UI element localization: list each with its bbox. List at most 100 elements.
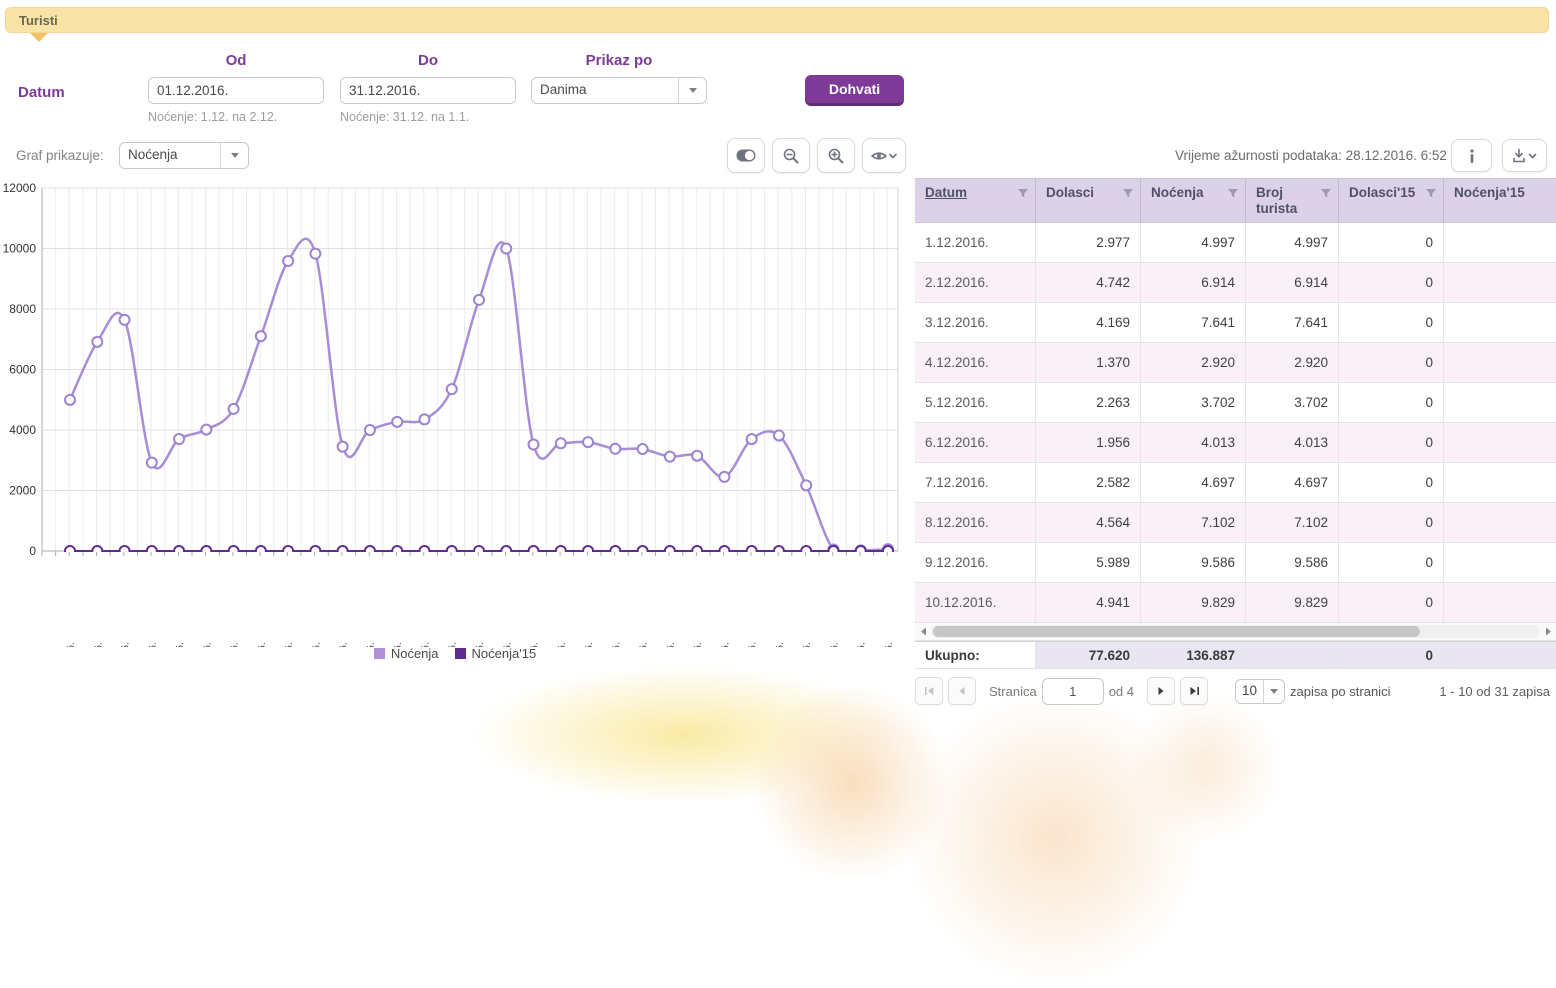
data-point-marker[interactable] <box>692 451 702 461</box>
data-point-marker[interactable] <box>719 546 729 556</box>
table-row[interactable]: 8.12.2016.4.5647.1027.1020 <box>915 503 1556 543</box>
filter-icon[interactable] <box>1122 187 1134 199</box>
nocenja-line-chart[interactable]: 0200040006000800010000120001.12.2016.2.1… <box>0 182 910 647</box>
data-point-marker[interactable] <box>801 546 811 556</box>
data-point-marker[interactable] <box>501 546 511 556</box>
series-nocenja-15[interactable] <box>65 546 893 556</box>
data-point-marker[interactable] <box>256 546 266 556</box>
data-point-marker[interactable] <box>638 444 648 454</box>
data-point-marker[interactable] <box>774 430 784 440</box>
data-point-marker[interactable] <box>338 442 348 452</box>
table-row[interactable]: 10.12.2016.4.9419.8299.8290 <box>915 583 1556 623</box>
info-button[interactable] <box>1451 139 1492 172</box>
column-header-nocenja[interactable]: Noćenja <box>1141 178 1246 223</box>
table-row[interactable]: 3.12.2016.4.1697.6417.6410 <box>915 303 1556 343</box>
page-number-input[interactable] <box>1042 678 1104 705</box>
legend-item-nocenja-15[interactable]: Noćenja'15 <box>455 646 537 661</box>
dropdown-button[interactable] <box>220 143 248 168</box>
tab-turisti[interactable]: Turisti <box>5 7 1549 33</box>
data-point-marker[interactable] <box>283 256 293 266</box>
data-point-marker[interactable] <box>447 384 457 394</box>
data-point-marker[interactable] <box>201 546 211 556</box>
data-point-marker[interactable] <box>120 315 130 325</box>
column-header-nocenja15[interactable]: Noćenja'15 <box>1444 178 1556 223</box>
data-point-marker[interactable] <box>665 452 675 462</box>
data-point-marker[interactable] <box>120 546 130 556</box>
data-point-marker[interactable] <box>692 546 702 556</box>
table-row[interactable]: 2.12.2016.4.7426.9146.9140 <box>915 263 1556 303</box>
data-point-marker[interactable] <box>583 437 593 447</box>
series-nocenja[interactable] <box>65 239 893 556</box>
date-from-input[interactable] <box>149 78 324 103</box>
data-point-marker[interactable] <box>174 434 184 444</box>
column-header-dolasci[interactable]: Dolasci <box>1036 178 1141 223</box>
table-row[interactable]: 5.12.2016.2.2633.7023.7020 <box>915 383 1556 423</box>
data-point-marker[interactable] <box>501 244 511 254</box>
first-page-button[interactable] <box>915 677 943 705</box>
data-point-marker[interactable] <box>638 546 648 556</box>
data-point-marker[interactable] <box>665 546 675 556</box>
zoom-out-button[interactable] <box>772 138 810 173</box>
visibility-dropdown-button[interactable] <box>862 138 906 173</box>
next-page-button[interactable] <box>1147 677 1175 705</box>
data-point-marker[interactable] <box>447 546 457 556</box>
data-point-marker[interactable] <box>201 425 211 435</box>
data-point-marker[interactable] <box>174 546 184 556</box>
data-point-marker[interactable] <box>719 472 729 482</box>
data-point-marker[interactable] <box>747 434 757 444</box>
data-point-marker[interactable] <box>338 546 348 556</box>
data-point-marker[interactable] <box>92 337 102 347</box>
data-point-marker[interactable] <box>392 546 402 556</box>
data-point-marker[interactable] <box>419 546 429 556</box>
filter-icon[interactable] <box>1425 187 1437 199</box>
data-point-marker[interactable] <box>747 546 757 556</box>
data-point-marker[interactable] <box>147 546 157 556</box>
data-point-marker[interactable] <box>883 546 893 556</box>
page-size-select[interactable]: 10 <box>1235 679 1285 704</box>
data-point-marker[interactable] <box>419 414 429 424</box>
data-point-marker[interactable] <box>774 546 784 556</box>
column-header-datum[interactable]: Datum <box>915 178 1036 223</box>
data-point-marker[interactable] <box>256 331 266 341</box>
data-point-marker[interactable] <box>392 417 402 427</box>
export-download-button[interactable] <box>1502 139 1547 172</box>
data-point-marker[interactable] <box>229 546 239 556</box>
table-row[interactable]: 7.12.2016.2.5824.6974.6970 <box>915 463 1556 503</box>
dohvati-button[interactable]: Dohvati <box>805 75 904 106</box>
data-point-marker[interactable] <box>474 295 484 305</box>
data-point-marker[interactable] <box>147 458 157 468</box>
table-row[interactable]: 6.12.2016.1.9564.0134.0130 <box>915 423 1556 463</box>
dropdown-button[interactable] <box>1263 680 1284 703</box>
data-point-marker[interactable] <box>65 395 75 405</box>
data-point-marker[interactable] <box>283 546 293 556</box>
data-point-marker[interactable] <box>856 546 866 556</box>
zoom-in-button[interactable] <box>817 138 855 173</box>
filter-icon[interactable] <box>1227 187 1239 199</box>
data-point-marker[interactable] <box>474 546 484 556</box>
data-point-marker[interactable] <box>610 546 620 556</box>
last-page-button[interactable] <box>1180 677 1208 705</box>
data-point-marker[interactable] <box>610 444 620 454</box>
date-to-input[interactable] <box>341 78 516 103</box>
prikaz-po-select[interactable]: Danima <box>531 77 707 104</box>
previous-page-button[interactable] <box>948 677 976 705</box>
filter-icon[interactable] <box>1017 187 1029 199</box>
table-row[interactable]: 1.12.2016.2.9774.9974.9970 <box>915 223 1556 263</box>
scroll-left-arrow[interactable] <box>915 624 931 639</box>
scrollbar-thumb[interactable] <box>933 626 1420 637</box>
table-row[interactable]: 4.12.2016.1.3702.9202.9200 <box>915 343 1556 383</box>
data-point-marker[interactable] <box>529 440 539 450</box>
data-point-marker[interactable] <box>229 404 239 414</box>
filter-icon[interactable] <box>1320 187 1332 199</box>
toggle-series-button[interactable] <box>727 138 765 173</box>
data-point-marker[interactable] <box>556 546 566 556</box>
data-point-marker[interactable] <box>556 438 566 448</box>
data-point-marker[interactable] <box>529 546 539 556</box>
column-header-broj-turista[interactable]: Broj turista <box>1246 178 1339 223</box>
data-point-marker[interactable] <box>310 249 320 259</box>
column-header-dolasci15[interactable]: Dolasci'15 <box>1339 178 1444 223</box>
scroll-right-arrow[interactable] <box>1540 624 1556 639</box>
dropdown-button[interactable] <box>678 78 706 103</box>
data-point-marker[interactable] <box>365 425 375 435</box>
data-point-marker[interactable] <box>92 546 102 556</box>
